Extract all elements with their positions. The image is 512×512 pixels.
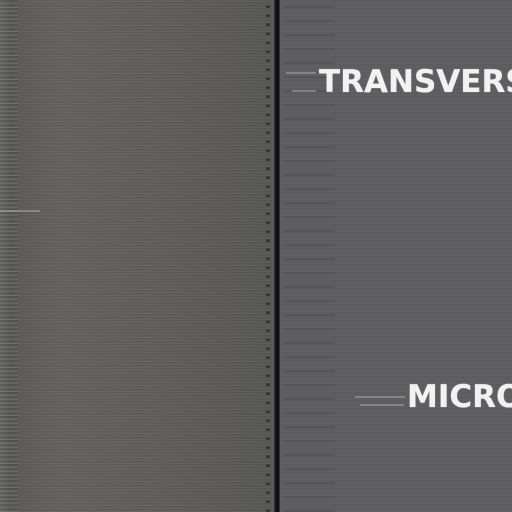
left-panel <box>0 0 272 512</box>
noise-streak <box>286 72 316 74</box>
noise-streak <box>355 396 405 398</box>
noise-streak <box>0 210 40 212</box>
caption-transvers: TRANSVERS <box>319 64 512 100</box>
divider-noise <box>266 0 270 512</box>
noise-streak <box>292 90 316 92</box>
left-edge-noise <box>0 0 18 512</box>
caption-micro: MICRO <box>407 379 512 415</box>
noise-streak <box>360 404 404 406</box>
video-frame: TRANSVERS MICRO <box>0 0 512 512</box>
